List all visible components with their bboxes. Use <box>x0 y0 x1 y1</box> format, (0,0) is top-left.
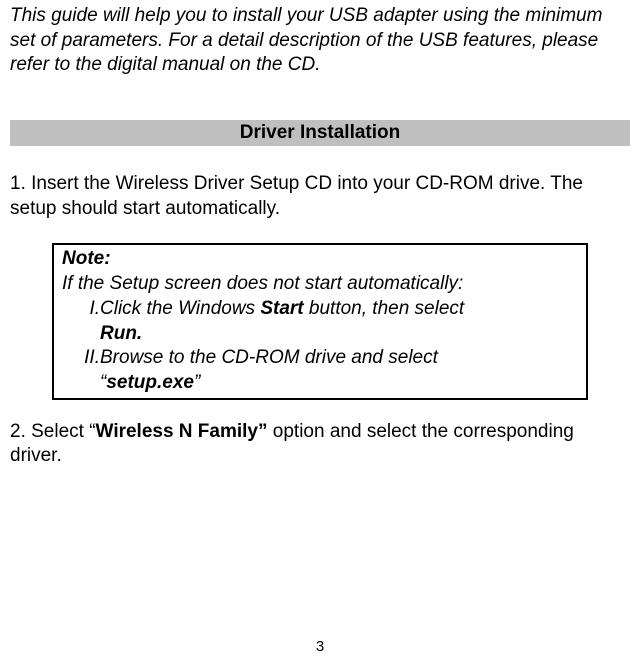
text-fragment: ” <box>194 372 200 393</box>
note-box: Note: If the Setup screen does not start… <box>52 243 588 399</box>
note-item-continue: “setup.exe” <box>62 371 578 396</box>
intro-text: This guide will help you to install your… <box>10 4 630 78</box>
note-item-1: I. Click the Windows Start button, then … <box>62 297 578 322</box>
note-item-2: II. Browse to the CD-ROM drive and selec… <box>62 346 578 371</box>
bold-text: setup.exe <box>106 372 194 393</box>
bold-text: Run. <box>100 323 142 344</box>
section-heading: Driver Installation <box>10 120 630 146</box>
roman-numeral: I. <box>62 297 100 322</box>
text-fragment: 2. Select “ <box>10 421 96 442</box>
roman-numeral: II. <box>62 346 100 371</box>
text-fragment: button, then select <box>304 298 465 319</box>
bold-text: Wireless N Family” <box>96 421 268 442</box>
step-2: 2. Select “Wireless N Family” option and… <box>10 420 630 469</box>
note-item-continue: Run. <box>62 322 578 347</box>
text-fragment: Click the Windows <box>100 298 260 319</box>
note-item-text: Click the Windows Start button, then sel… <box>100 297 464 322</box>
step-1: 1. Insert the Wireless Driver Setup CD i… <box>10 172 630 221</box>
bold-text: Start <box>260 298 303 319</box>
note-line: If the Setup screen does not start autom… <box>62 272 578 297</box>
note-title: Note: <box>62 247 578 272</box>
note-item-text: Browse to the CD-ROM drive and select <box>100 346 438 371</box>
page-number: 3 <box>0 638 640 655</box>
